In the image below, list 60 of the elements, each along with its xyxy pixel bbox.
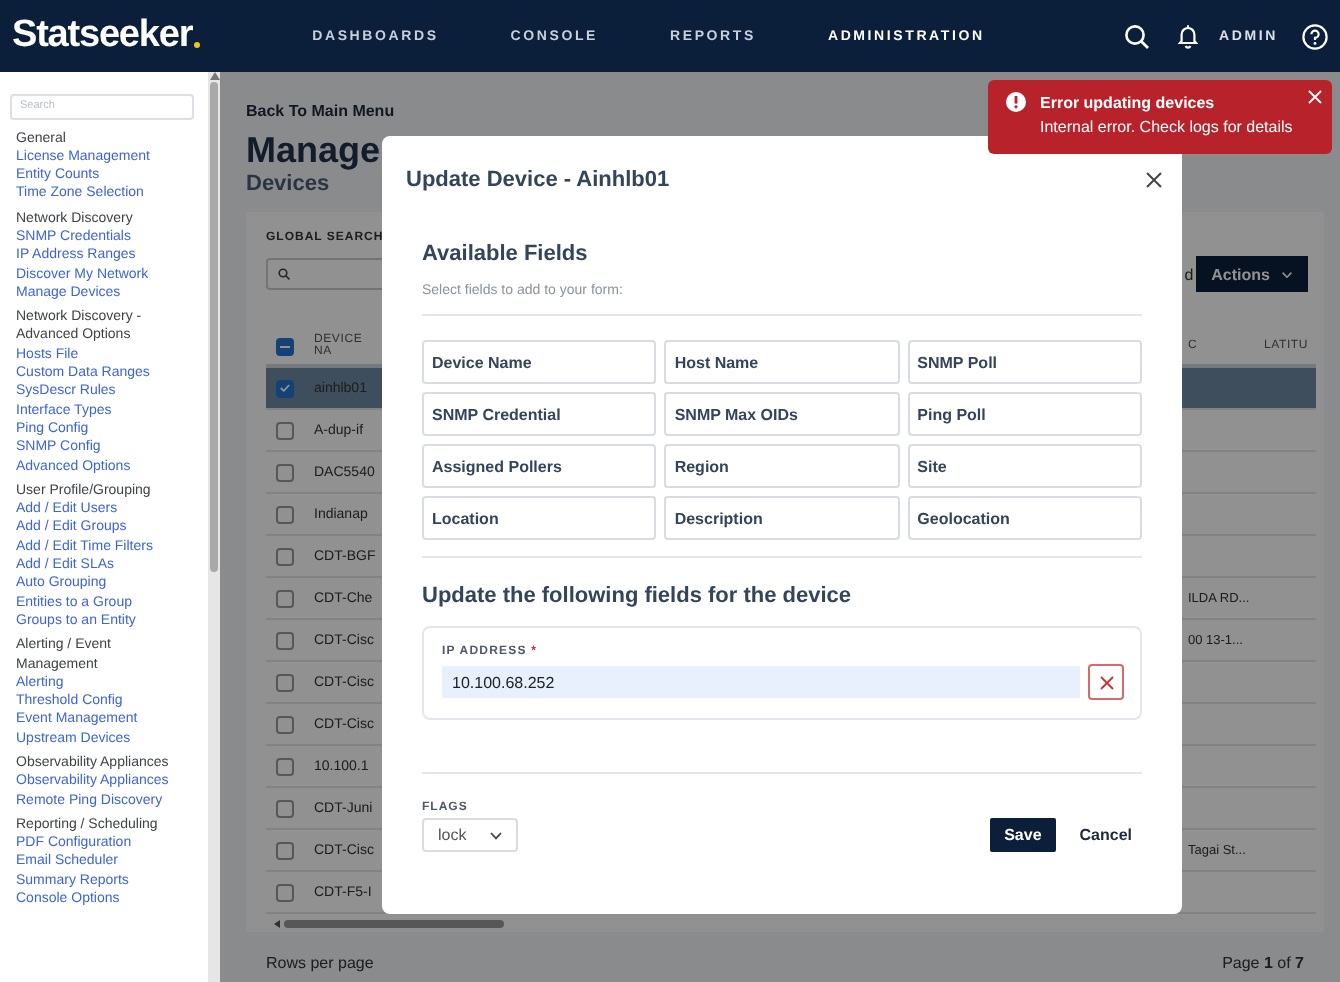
row-checkbox[interactable]	[276, 421, 294, 439]
row-checkbox[interactable]	[276, 505, 294, 523]
field-option[interactable]: Site	[907, 444, 1142, 488]
check-icon	[280, 384, 290, 392]
close-icon	[1308, 90, 1322, 104]
row-checkbox[interactable]	[276, 799, 294, 817]
toolbar-text: d	[1184, 265, 1194, 283]
close-icon	[1099, 675, 1113, 689]
field-option[interactable]: Geolocation	[907, 496, 1142, 540]
row-checkbox[interactable]	[276, 757, 294, 775]
row-checkbox[interactable]	[276, 631, 294, 649]
caret-icon	[490, 831, 502, 839]
page-title: Manage	[246, 128, 381, 172]
row-checkbox[interactable]	[276, 379, 294, 397]
page-subtitle: Devices	[246, 172, 330, 196]
scrollbar[interactable]	[208, 72, 220, 982]
scroll-left-icon	[274, 920, 280, 928]
section-heading: Update the following fields for the device	[422, 584, 854, 608]
alert-icon	[1006, 92, 1026, 112]
search-icon[interactable]	[1123, 23, 1150, 49]
row-checkbox[interactable]	[276, 841, 294, 859]
field-option[interactable]: Location	[422, 496, 657, 540]
cancel-button[interactable]: Cancel	[1055, 818, 1142, 852]
pagination-text: Page 1 of 7	[1222, 954, 1304, 972]
input-field[interactable]: 10.100.68.252	[442, 666, 1080, 698]
app-logo[interactable]: Statseeker	[12, 14, 193, 58]
search-icon	[278, 268, 290, 280]
back-link[interactable]: Back To Main Menu	[246, 102, 395, 120]
field-option[interactable]: Region	[664, 444, 900, 488]
field-option[interactable]: SNMP Max OIDs	[664, 392, 900, 436]
field-option[interactable]: Ping Poll	[907, 392, 1142, 436]
toast-message: Internal error. Check logs for details	[1040, 118, 1293, 136]
select-all-checkbox[interactable]	[276, 337, 294, 355]
row-checkbox[interactable]	[276, 463, 294, 481]
flags-dropdown[interactable]: lock	[422, 818, 518, 852]
actions-button[interactable]: Actions	[1195, 256, 1308, 292]
field-option[interactable]: Description	[664, 496, 900, 540]
row-checkbox[interactable]	[276, 715, 294, 733]
save-button[interactable]: Save	[990, 818, 1056, 852]
logo-dot	[194, 42, 201, 48]
field-option[interactable]: SNMP Credential	[422, 392, 657, 436]
field-option[interactable]: Assigned Pollers	[422, 444, 657, 488]
close-icon	[1146, 172, 1162, 188]
row-checkbox[interactable]	[276, 547, 294, 565]
caret-icon	[1282, 271, 1292, 277]
dialog-title: Update Device - Ainhlb01	[406, 168, 670, 192]
section-heading: Available Fields	[422, 242, 590, 266]
minus-icon	[280, 345, 290, 347]
field-option[interactable]: Host Name	[664, 340, 900, 384]
row-checkbox[interactable]	[276, 589, 294, 607]
close-button[interactable]	[1146, 172, 1162, 188]
field-option[interactable]: Device Name	[422, 340, 657, 384]
help-icon[interactable]	[1302, 23, 1328, 49]
rows-per-page-label: Rows per page	[266, 954, 374, 972]
field-option[interactable]: SNMP Poll	[907, 340, 1142, 384]
remove-button[interactable]	[1088, 664, 1124, 700]
row-checkbox[interactable]	[276, 883, 294, 901]
row-checkbox[interactable]	[276, 673, 294, 691]
toast-title: Error updating devices	[1040, 94, 1217, 112]
bell-icon[interactable]	[1175, 23, 1200, 49]
